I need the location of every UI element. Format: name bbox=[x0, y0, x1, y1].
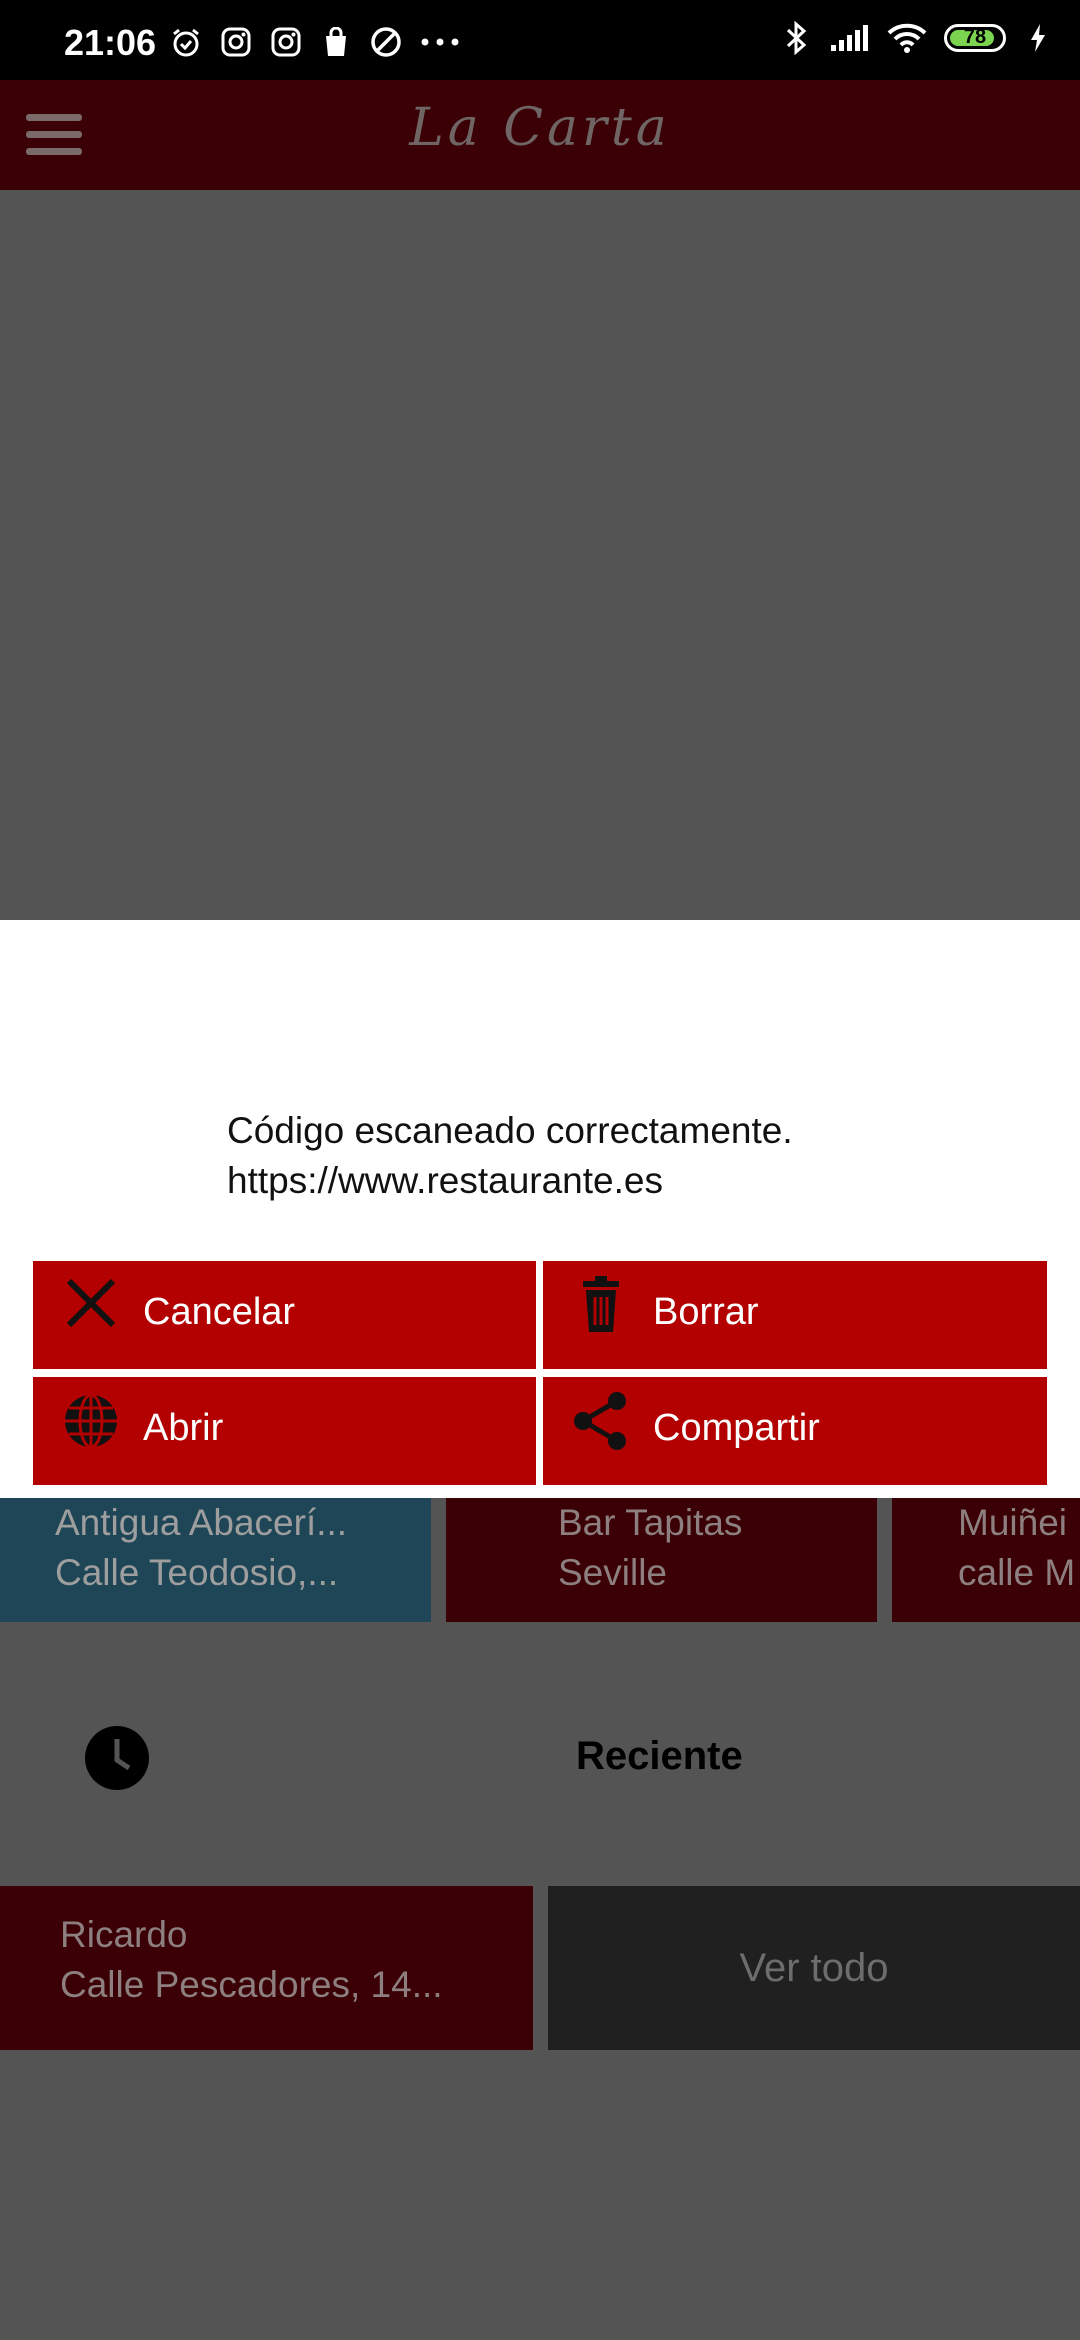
status-time: 21:06 bbox=[64, 22, 157, 63]
restaurant-address: Seville bbox=[558, 1552, 667, 1593]
see-all-button[interactable]: Ver todo bbox=[548, 1886, 1080, 2050]
bluetooth-icon bbox=[780, 21, 812, 55]
restaurant-address: calle M bbox=[958, 1552, 1076, 1593]
open-button[interactable]: Abrir bbox=[33, 1377, 536, 1485]
wifi-icon bbox=[886, 22, 928, 54]
scanned-url: https://www.restaurante.es bbox=[227, 1160, 663, 1201]
app-bar: La Carta bbox=[0, 80, 1080, 190]
share-label: Compartir bbox=[653, 1407, 820, 1449]
cancel-button[interactable]: Cancelar bbox=[33, 1261, 536, 1369]
recent-restaurant-card[interactable]: Ricardo Calle Pescadores, 14... bbox=[0, 1886, 533, 2050]
app-notification-icon bbox=[370, 26, 402, 58]
open-label: Abrir bbox=[143, 1407, 224, 1449]
dialog-message: Código escaneado correctamente. https://… bbox=[227, 1106, 1027, 1206]
restaurant-name: Bar Tapitas bbox=[558, 1502, 743, 1543]
clock-icon bbox=[84, 1725, 150, 1791]
restaurant-name: Muiñei bbox=[958, 1502, 1067, 1543]
signal-icon bbox=[828, 22, 870, 54]
scan-result-dialog: Código escaneado correctamente. https://… bbox=[0, 920, 1080, 1498]
instagram-icon bbox=[220, 26, 252, 58]
notification-icons bbox=[170, 26, 460, 58]
recent-section-header: Reciente bbox=[0, 1700, 1080, 1810]
delete-button[interactable]: Borrar bbox=[543, 1261, 1047, 1369]
more-notifications-icon bbox=[420, 26, 460, 58]
restaurant-card[interactable]: Antigua Abacerí... Calle Teodosio,... bbox=[0, 1498, 431, 1622]
trash-icon bbox=[571, 1275, 631, 1335]
app-title: La Carta bbox=[409, 98, 671, 158]
share-button[interactable]: Compartir bbox=[543, 1377, 1047, 1485]
charging-icon bbox=[1022, 22, 1054, 54]
dim-overlay-top bbox=[0, 190, 1080, 920]
restaurant-name: Antigua Abacerí... bbox=[55, 1502, 348, 1543]
battery-level: 78 bbox=[963, 26, 987, 48]
scan-success-text: Código escaneado correctamente. bbox=[227, 1110, 793, 1151]
delete-label: Borrar bbox=[653, 1291, 759, 1333]
close-icon bbox=[61, 1275, 121, 1335]
alarm-icon bbox=[170, 26, 202, 58]
restaurant-name: Ricardo bbox=[60, 1914, 188, 1955]
share-icon bbox=[571, 1391, 631, 1451]
system-icons: 78 bbox=[780, 21, 1054, 55]
status-bar: 21:06 78 bbox=[0, 0, 1080, 80]
recent-title: Reciente bbox=[576, 1734, 743, 1778]
globe-icon bbox=[61, 1391, 121, 1451]
restaurant-address: Calle Teodosio,... bbox=[55, 1552, 339, 1593]
restaurant-card[interactable]: Bar Tapitas Seville bbox=[446, 1498, 877, 1622]
battery-indicator: 78 bbox=[944, 24, 1006, 52]
instagram-icon bbox=[270, 26, 302, 58]
shopping-bag-icon bbox=[320, 26, 352, 58]
restaurant-card[interactable]: Muiñei calle M bbox=[892, 1498, 1080, 1622]
cancel-label: Cancelar bbox=[143, 1291, 296, 1333]
restaurant-address: Calle Pescadores, 14... bbox=[60, 1964, 443, 2005]
